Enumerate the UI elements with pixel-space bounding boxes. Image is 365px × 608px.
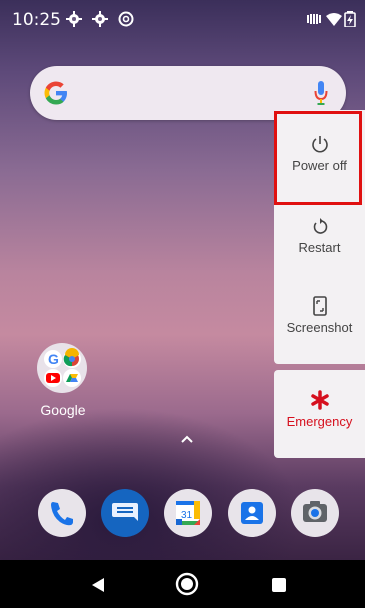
calendar-day: 31 — [181, 510, 193, 521]
phone-icon — [51, 502, 73, 526]
messages-app[interactable] — [101, 489, 149, 537]
svg-text:G: G — [48, 351, 59, 367]
screenshot-button[interactable]: Screenshot — [274, 296, 365, 335]
vibrate-icon — [307, 14, 321, 24]
calendar-icon: 31 — [176, 501, 200, 525]
home-icon[interactable] — [175, 572, 199, 596]
status-time: 10:25 — [12, 10, 61, 30]
screenshot-icon — [312, 296, 327, 316]
back-icon[interactable] — [91, 577, 105, 593]
emergency-label: Emergency — [286, 414, 353, 429]
restart-button[interactable]: Restart — [274, 218, 365, 255]
wifi-icon — [326, 13, 342, 26]
recents-icon[interactable] — [272, 578, 286, 592]
phone-app[interactable] — [38, 489, 86, 537]
power-off-highlight — [274, 111, 362, 205]
google-folder[interactable]: G — [37, 343, 87, 393]
home-screen: 10:25 G Google 31 Power off Restart Scre… — [0, 0, 365, 608]
calendar-app[interactable]: 31 — [164, 489, 212, 537]
emergency-item: Emergency — [274, 390, 365, 429]
status-bar: 10:25 — [0, 0, 365, 38]
folder-label: Google — [40, 402, 86, 418]
mic-icon[interactable] — [314, 80, 328, 106]
camera-icon — [303, 501, 327, 522]
restart-icon — [313, 218, 327, 234]
restart-label: Restart — [298, 240, 341, 255]
asterisk-icon — [310, 390, 329, 410]
google-g-icon — [44, 81, 67, 105]
messages-icon — [112, 503, 138, 521]
contacts-icon — [241, 502, 263, 524]
navigation-bar — [0, 560, 365, 608]
emergency-button[interactable]: Emergency — [274, 370, 365, 458]
google-apps-icon: G — [44, 348, 81, 387]
contacts-app[interactable] — [228, 489, 276, 537]
gear-icon — [92, 11, 108, 27]
chevron-up-icon[interactable] — [180, 434, 194, 444]
screenshot-label: Screenshot — [286, 320, 353, 335]
gear-icon — [66, 11, 82, 27]
data-saver-icon — [118, 11, 134, 27]
battery-charging-icon — [344, 11, 356, 27]
camera-app[interactable] — [291, 489, 339, 537]
